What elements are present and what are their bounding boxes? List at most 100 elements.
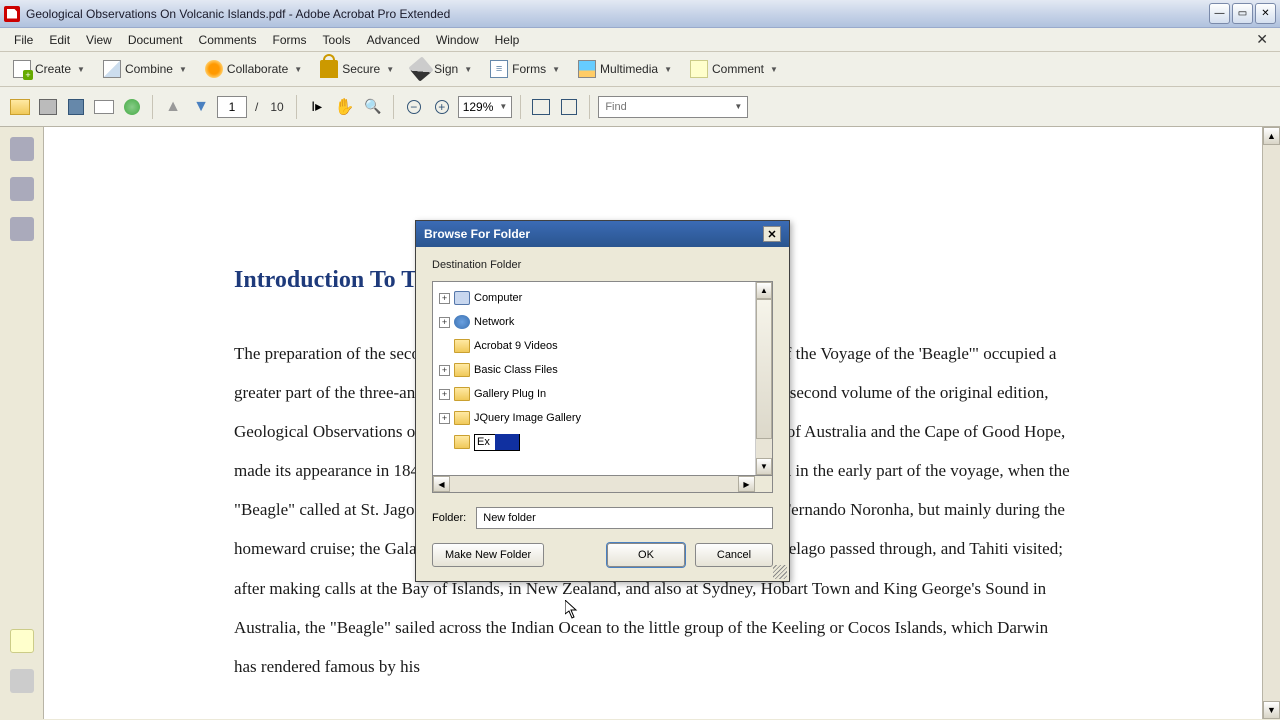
tree-item-folder[interactable]: Acrobat 9 Videos <box>435 334 753 358</box>
text-select-icon: I▸ <box>311 98 322 115</box>
zoom-out-button[interactable]: − <box>402 95 426 119</box>
marquee-zoom-button[interactable]: 🔍 <box>361 95 385 119</box>
email-button[interactable] <box>92 95 116 119</box>
folder-name-input[interactable] <box>476 507 773 529</box>
scroll-down-button[interactable]: ▼ <box>756 458 772 475</box>
comments-panel-button[interactable] <box>10 629 34 653</box>
expand-icon[interactable]: + <box>439 389 450 400</box>
menu-window[interactable]: Window <box>428 31 487 49</box>
expand-icon[interactable]: + <box>439 293 450 304</box>
scroll-down-button[interactable]: ▼ <box>1263 701 1280 719</box>
chevron-down-icon: ▼ <box>179 65 187 74</box>
fit-width-button[interactable] <box>529 95 553 119</box>
print-button[interactable] <box>36 95 60 119</box>
comment-button[interactable]: Comment ▼ <box>683 56 785 82</box>
cancel-button[interactable]: Cancel <box>695 543 773 567</box>
dialog-titlebar[interactable]: Browse For Folder ✕ <box>416 221 789 247</box>
folder-rename-input[interactable] <box>475 436 497 448</box>
close-window-button[interactable]: ✕ <box>1255 3 1276 24</box>
minimize-button[interactable]: — <box>1209 3 1230 24</box>
find-input[interactable] <box>598 96 748 118</box>
folder-icon <box>454 387 470 401</box>
sign-button[interactable]: Sign ▼ <box>405 56 479 82</box>
create-label: Create <box>35 62 71 76</box>
scroll-track[interactable] <box>1263 145 1280 701</box>
dialog-close-button[interactable]: ✕ <box>763 226 781 242</box>
toolbar-secondary: ▲ ▼ / 10 I▸ ✋ 🔍 − + 129% ▼ ▼ <box>0 87 1280 127</box>
hand-tool-button[interactable]: ✋ <box>333 95 357 119</box>
chevron-down-icon[interactable]: ▼ <box>734 102 742 111</box>
resize-grip[interactable] <box>773 565 787 579</box>
tree-horizontal-scrollbar[interactable]: ◀ ▶ <box>432 476 773 493</box>
signatures-panel-button[interactable] <box>10 217 34 241</box>
fit-page-button[interactable] <box>557 95 581 119</box>
tree-item-folder[interactable]: + Gallery Plug In <box>435 382 753 406</box>
bookmarks-panel-button[interactable] <box>10 177 34 201</box>
magnifier-icon: 🔍 <box>364 98 381 115</box>
collaborate-icon <box>205 60 223 78</box>
collaborate-button[interactable]: Collaborate ▼ <box>198 56 309 82</box>
forms-button[interactable]: Forms ▼ <box>483 56 567 82</box>
expand-icon[interactable]: + <box>439 365 450 376</box>
sign-label: Sign <box>434 62 458 76</box>
computer-icon <box>454 291 470 305</box>
scroll-left-button[interactable]: ◀ <box>433 476 450 492</box>
create-button[interactable]: Create ▼ <box>6 56 92 82</box>
pages-panel-button[interactable] <box>10 137 34 161</box>
minus-icon: − <box>407 100 421 114</box>
tree-vertical-scrollbar[interactable]: ▲ ▼ <box>755 282 772 475</box>
menu-edit[interactable]: Edit <box>41 31 78 49</box>
close-document-button[interactable]: ✕ <box>1250 31 1274 48</box>
web-button[interactable] <box>120 95 144 119</box>
tree-item-new-folder[interactable] <box>435 430 753 454</box>
scroll-up-button[interactable]: ▲ <box>756 282 772 299</box>
tree-item-folder[interactable]: + JQuery Image Gallery <box>435 406 753 430</box>
select-tool-button[interactable]: I▸ <box>305 95 329 119</box>
make-new-folder-button[interactable]: Make New Folder <box>432 543 544 567</box>
zoom-in-button[interactable]: + <box>430 95 454 119</box>
tree-item-folder[interactable]: + Basic Class Files <box>435 358 753 382</box>
menu-comments[interactable]: Comments <box>191 31 265 49</box>
ok-button[interactable]: OK <box>607 543 685 567</box>
scroll-track[interactable] <box>450 476 738 492</box>
chevron-down-icon: ▼ <box>664 65 672 74</box>
chevron-down-icon: ▼ <box>77 65 85 74</box>
folder-open-icon <box>10 99 30 115</box>
scroll-right-button[interactable]: ▶ <box>738 476 755 492</box>
maximize-button[interactable]: ▭ <box>1232 3 1253 24</box>
scroll-up-button[interactable]: ▲ <box>1263 127 1280 145</box>
page-number-input[interactable] <box>217 96 247 118</box>
page-up-button[interactable]: ▲ <box>161 95 185 119</box>
multimedia-button[interactable]: Multimedia ▼ <box>571 56 679 82</box>
tree-item-network[interactable]: + Network <box>435 310 753 334</box>
secure-button[interactable]: Secure ▼ <box>313 56 401 82</box>
page-separator: / <box>251 100 262 114</box>
menu-advanced[interactable]: Advanced <box>359 31 428 49</box>
disk-icon <box>68 99 84 115</box>
attachments-panel-button[interactable] <box>10 669 34 693</box>
combine-icon <box>103 60 121 78</box>
open-button[interactable] <box>8 95 32 119</box>
folder-tree[interactable]: + Computer + Network Acrobat 9 Videos + <box>432 281 773 476</box>
selection-highlight <box>495 434 519 450</box>
save-button[interactable] <box>64 95 88 119</box>
vertical-scrollbar[interactable]: ▲ ▼ <box>1262 127 1280 719</box>
menu-file[interactable]: File <box>6 31 41 49</box>
menu-view[interactable]: View <box>78 31 120 49</box>
menu-document[interactable]: Document <box>120 31 191 49</box>
menu-forms[interactable]: Forms <box>265 31 315 49</box>
tree-item-computer[interactable]: + Computer <box>435 286 753 310</box>
page-down-button[interactable]: ▼ <box>189 95 213 119</box>
forms-label: Forms <box>512 62 546 76</box>
scroll-track[interactable] <box>756 299 772 458</box>
menu-help[interactable]: Help <box>487 31 528 49</box>
plus-icon: + <box>435 100 449 114</box>
menu-tools[interactable]: Tools <box>315 31 359 49</box>
expand-icon[interactable]: + <box>439 413 450 424</box>
zoom-select[interactable]: 129% ▼ <box>458 96 513 118</box>
expand-spacer <box>439 437 450 448</box>
expand-icon[interactable]: + <box>439 317 450 328</box>
combine-button[interactable]: Combine ▼ <box>96 56 194 82</box>
forms-icon <box>490 60 508 78</box>
scroll-thumb[interactable] <box>756 299 772 439</box>
